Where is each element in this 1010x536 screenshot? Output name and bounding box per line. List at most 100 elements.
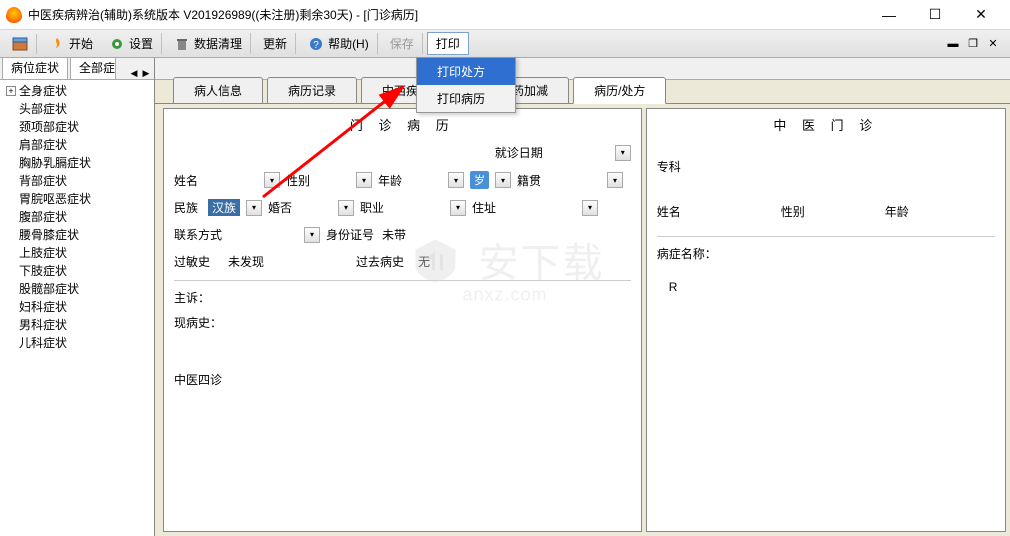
- age-dropdown-icon[interactable]: ▾: [448, 172, 464, 188]
- print-button[interactable]: 打印: [427, 32, 469, 55]
- ethnic-dropdown-icon[interactable]: ▾: [246, 200, 262, 216]
- content-tabs: 病人信息 病历记录 中西疾病 证型方药加减 病历/处方: [155, 80, 1010, 104]
- window-titlebar: 中医疾病辨治(辅助)系统版本 V201926989((未注册)剩余30天) - …: [0, 0, 1010, 30]
- start-label: 开始: [69, 35, 93, 52]
- settings-label: 设置: [129, 35, 153, 52]
- gear-icon: [109, 36, 125, 52]
- print-rx-item[interactable]: 打印处方: [417, 58, 515, 85]
- r-age-label: 年龄: [885, 203, 909, 220]
- marriage-label: 婚否: [268, 199, 296, 216]
- save-button[interactable]: 保存: [382, 33, 423, 54]
- mdi-restore-button[interactable]: ❐: [966, 37, 980, 51]
- ethnic-value[interactable]: 汉族: [208, 199, 240, 216]
- expand-icon[interactable]: +: [6, 86, 16, 96]
- job-dropdown-icon[interactable]: ▾: [450, 200, 466, 216]
- age-unit-dropdown-icon[interactable]: ▾: [495, 172, 511, 188]
- disease-label: 病症名称：: [657, 245, 995, 262]
- mdi-minimize-button[interactable]: ▬: [946, 37, 960, 51]
- toolbar-drawer-icon[interactable]: [4, 34, 37, 54]
- age-label: 年龄: [378, 172, 406, 189]
- native-label: 籍贯: [517, 172, 545, 189]
- settings-button[interactable]: 设置: [101, 33, 162, 54]
- sidebar-tab-all[interactable]: 全部症: [70, 55, 116, 79]
- maximize-button[interactable]: ☐: [912, 0, 958, 30]
- allergy-value[interactable]: 未发现: [228, 253, 264, 270]
- window-title: 中医疾病辨治(辅助)系统版本 V201926989((未注册)剩余30天) - …: [28, 6, 866, 23]
- address-label: 住址: [472, 199, 500, 216]
- visit-date-dropdown-icon[interactable]: ▾: [615, 145, 631, 161]
- address-dropdown-icon[interactable]: ▾: [582, 200, 598, 216]
- tcm-clinic-panel: 中 医 门 诊 专科 姓名 性别 年龄 病症名称： R: [646, 108, 1006, 532]
- tab-record[interactable]: 病历记录: [267, 77, 357, 104]
- tree-item: 腹部症状: [2, 208, 152, 226]
- minimize-button[interactable]: —: [866, 0, 912, 30]
- window-controls: — ☐ ✕: [866, 0, 1004, 30]
- sidebar-tab-position[interactable]: 病位症状: [2, 55, 68, 79]
- outpatient-record-panel: 门 诊 病 历 就诊日期 ▾ 姓名 ▾ 性别 ▾ 年龄 ▾ 岁: [163, 108, 642, 532]
- id-label: 身份证号: [326, 226, 376, 243]
- flame-icon: [49, 36, 65, 52]
- tree-item: 下肢症状: [2, 262, 152, 280]
- gender-label: 性别: [286, 172, 314, 189]
- help-button[interactable]: ? 帮助(H): [300, 33, 378, 54]
- marriage-dropdown-icon[interactable]: ▾: [338, 200, 354, 216]
- ethnic-label: 民族: [174, 199, 202, 216]
- tree-item: 胸胁乳膈症状: [2, 154, 152, 172]
- close-button[interactable]: ✕: [958, 0, 1004, 30]
- present-label: 现病史：: [174, 314, 631, 331]
- clean-label: 数据清理: [194, 35, 242, 52]
- r-name-label: 姓名: [657, 203, 681, 220]
- rx-label: R: [669, 280, 995, 294]
- tab-scroll-left-icon[interactable]: ◀: [128, 68, 140, 79]
- tab-patient-info[interactable]: 病人信息: [173, 77, 263, 104]
- drawer-icon: [12, 36, 28, 52]
- id-value[interactable]: 未带: [382, 226, 406, 243]
- contact-label: 联系方式: [174, 226, 222, 243]
- tree-item: +全身症状: [2, 82, 152, 100]
- clean-button[interactable]: 数据清理: [166, 33, 251, 54]
- tab-prescription[interactable]: 病历/处方: [573, 77, 666, 104]
- app-icon: [6, 7, 22, 23]
- main-area: 病位症状 全部症 ◀ ▶ +全身症状 头部症状 颈项部症状 肩部症状 胸胁乳膈症…: [0, 58, 1010, 536]
- job-label: 职业: [360, 199, 388, 216]
- tree-item: 胃脘呕恶症状: [2, 190, 152, 208]
- print-record-item[interactable]: 打印病历: [417, 85, 515, 112]
- contact-dropdown-icon[interactable]: ▾: [304, 227, 320, 243]
- age-unit-badge: 岁: [470, 171, 489, 189]
- native-dropdown-icon[interactable]: ▾: [607, 172, 623, 188]
- tree-item: 腰骨膝症状: [2, 226, 152, 244]
- start-button[interactable]: 开始: [41, 33, 101, 54]
- panels: 门 诊 病 历 就诊日期 ▾ 姓名 ▾ 性别 ▾ 年龄 ▾ 岁: [155, 104, 1010, 536]
- past-label: 过去病史: [356, 253, 412, 270]
- visit-date-label: 就诊日期: [495, 144, 543, 161]
- dept-label: 专科: [657, 158, 681, 175]
- tab-scroll-right-icon[interactable]: ▶: [140, 68, 152, 79]
- left-panel-title: 门 诊 病 历: [174, 115, 631, 134]
- allergy-label: 过敏史: [174, 253, 222, 270]
- svg-text:?: ?: [313, 40, 319, 51]
- tree-item: 股髋部症状: [2, 280, 152, 298]
- tree-item: 背部症状: [2, 172, 152, 190]
- chief-label: 主诉：: [174, 289, 631, 306]
- tree-item: 男科症状: [2, 316, 152, 334]
- update-label: 更新: [263, 35, 287, 52]
- print-dropdown: 打印处方 打印病历: [416, 57, 516, 113]
- main-toolbar: 开始 设置 数据清理 更新 ? 帮助(H) 保存 打印 ▬ ❐ ✕ 打印处方 打…: [0, 30, 1010, 58]
- mdi-close-button[interactable]: ✕: [986, 37, 1000, 51]
- help-icon: ?: [308, 36, 324, 52]
- tree-item: 肩部症状: [2, 136, 152, 154]
- content-area: 病人信息 病历记录 中西疾病 证型方药加减 病历/处方 门 诊 病 历 就诊日期…: [155, 58, 1010, 536]
- update-button[interactable]: 更新: [255, 33, 296, 54]
- sidebar-tabs: 病位症状 全部症 ◀ ▶: [0, 58, 154, 80]
- tree-item: 上肢症状: [2, 244, 152, 262]
- tcm-exam-label: 中医四诊: [174, 371, 631, 388]
- name-dropdown-icon[interactable]: ▾: [264, 172, 280, 188]
- symptom-tree[interactable]: +全身症状 头部症状 颈项部症状 肩部症状 胸胁乳膈症状 背部症状 胃脘呕恶症状…: [0, 80, 154, 536]
- sidebar: 病位症状 全部症 ◀ ▶ +全身症状 头部症状 颈项部症状 肩部症状 胸胁乳膈症…: [0, 58, 155, 536]
- tree-item: 儿科症状: [2, 334, 152, 352]
- past-value[interactable]: 无: [418, 253, 430, 270]
- right-panel-title: 中 医 门 诊: [657, 115, 995, 134]
- trash-icon: [174, 36, 190, 52]
- gender-dropdown-icon[interactable]: ▾: [356, 172, 372, 188]
- tree-item: 颈项部症状: [2, 118, 152, 136]
